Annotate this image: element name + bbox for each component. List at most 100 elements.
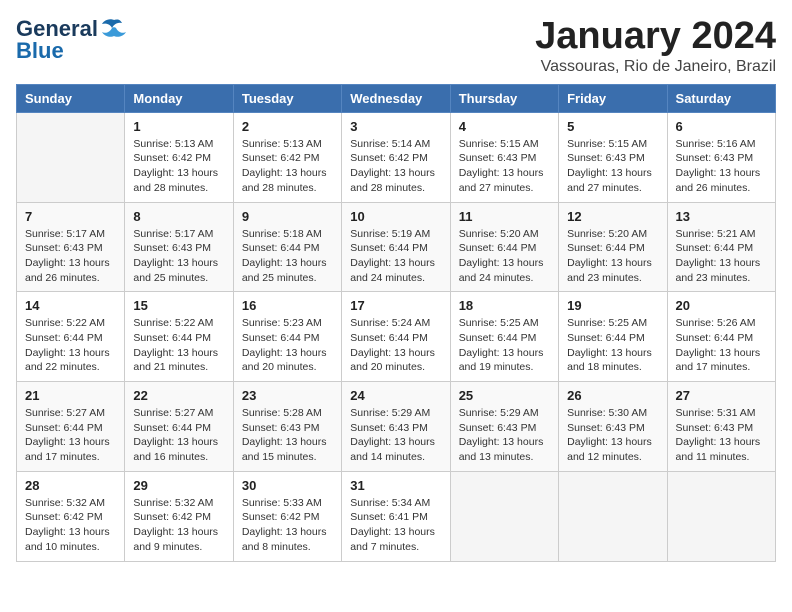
day-info: Sunrise: 5:26 AM Sunset: 6:44 PM Dayligh… [676,316,767,375]
calendar-cell: 20 Sunrise: 5:26 AM Sunset: 6:44 PM Dayli… [667,292,775,382]
calendar-cell [667,471,775,561]
day-info: Sunrise: 5:29 AM Sunset: 6:43 PM Dayligh… [459,406,550,465]
calendar-cell: 25 Sunrise: 5:29 AM Sunset: 6:43 PM Dayli… [450,382,558,472]
day-number: 19 [567,298,658,313]
day-number: 11 [459,209,550,224]
day-number: 1 [133,119,224,134]
week-row-4: 21 Sunrise: 5:27 AM Sunset: 6:44 PM Dayli… [17,382,776,472]
month-title: January 2024 [535,16,776,58]
calendar-cell: 12Sunrise: 5:20 AM Sunset: 6:44 PM Dayli… [559,202,667,292]
calendar-cell: 11 Sunrise: 5:20 AM Sunset: 6:44 PM Dayli… [450,202,558,292]
day-number: 30 [242,478,333,493]
day-info: Sunrise: 5:20 AM Sunset: 6:44 PM Dayligh… [459,227,550,286]
calendar-cell: 14 Sunrise: 5:22 AM Sunset: 6:44 PM Dayli… [17,292,125,382]
title-area: January 2024 Vassouras, Rio de Janeiro, … [535,16,776,76]
weekday-header-monday: Monday [125,84,233,112]
calendar-cell [450,471,558,561]
day-info: Sunrise: 5:29 AM Sunset: 6:43 PM Dayligh… [350,406,441,465]
calendar-cell: 28 Sunrise: 5:32 AM Sunset: 6:42 PM Dayli… [17,471,125,561]
calendar-cell: 19Sunrise: 5:25 AM Sunset: 6:44 PM Dayli… [559,292,667,382]
day-number: 27 [676,388,767,403]
calendar-cell: 18 Sunrise: 5:25 AM Sunset: 6:44 PM Dayli… [450,292,558,382]
day-info: Sunrise: 5:18 AM Sunset: 6:44 PM Dayligh… [242,227,333,286]
day-number: 22 [133,388,224,403]
day-info: Sunrise: 5:13 AM Sunset: 6:42 PM Dayligh… [242,137,333,196]
day-info: Sunrise: 5:17 AM Sunset: 6:43 PM Dayligh… [133,227,224,286]
day-info: Sunrise: 5:28 AM Sunset: 6:43 PM Dayligh… [242,406,333,465]
calendar-cell: 26 Sunrise: 5:30 AM Sunset: 6:43 PM Dayli… [559,382,667,472]
day-number: 8 [133,209,224,224]
day-number: 26 [567,388,658,403]
day-number: 16 [242,298,333,313]
calendar-cell: 24Sunrise: 5:29 AM Sunset: 6:43 PM Dayli… [342,382,450,472]
calendar-cell: 10 Sunrise: 5:19 AM Sunset: 6:44 PM Dayli… [342,202,450,292]
week-row-1: 1 Sunrise: 5:13 AM Sunset: 6:42 PM Daylig… [17,112,776,202]
day-number: 14 [25,298,116,313]
day-number: 31 [350,478,441,493]
calendar-cell: 29Sunrise: 5:32 AM Sunset: 6:42 PM Dayli… [125,471,233,561]
calendar-cell: 8 Sunrise: 5:17 AM Sunset: 6:43 PM Daylig… [125,202,233,292]
week-row-5: 28 Sunrise: 5:32 AM Sunset: 6:42 PM Dayli… [17,471,776,561]
day-info: Sunrise: 5:15 AM Sunset: 6:43 PM Dayligh… [459,137,550,196]
weekday-header-friday: Friday [559,84,667,112]
day-info: Sunrise: 5:27 AM Sunset: 6:44 PM Dayligh… [133,406,224,465]
day-info: Sunrise: 5:15 AM Sunset: 6:43 PM Dayligh… [567,137,658,196]
day-number: 20 [676,298,767,313]
weekday-header-row: SundayMondayTuesdayWednesdayThursdayFrid… [17,84,776,112]
calendar-cell [559,471,667,561]
day-info: Sunrise: 5:22 AM Sunset: 6:44 PM Dayligh… [133,316,224,375]
header: General Blue January 2024 Vassouras, Rio… [16,16,776,76]
day-info: Sunrise: 5:30 AM Sunset: 6:43 PM Dayligh… [567,406,658,465]
day-number: 10 [350,209,441,224]
calendar-cell: 2 Sunrise: 5:13 AM Sunset: 6:42 PM Daylig… [233,112,341,202]
day-number: 9 [242,209,333,224]
calendar-table: SundayMondayTuesdayWednesdayThursdayFrid… [16,84,776,562]
day-info: Sunrise: 5:23 AM Sunset: 6:44 PM Dayligh… [242,316,333,375]
calendar-cell: 21 Sunrise: 5:27 AM Sunset: 6:44 PM Dayli… [17,382,125,472]
calendar-cell: 3Sunrise: 5:14 AM Sunset: 6:42 PM Daylig… [342,112,450,202]
day-info: Sunrise: 5:34 AM Sunset: 6:41 PM Dayligh… [350,496,441,555]
calendar-cell: 4Sunrise: 5:15 AM Sunset: 6:43 PM Daylig… [450,112,558,202]
week-row-3: 14 Sunrise: 5:22 AM Sunset: 6:44 PM Dayli… [17,292,776,382]
calendar-cell: 9 Sunrise: 5:18 AM Sunset: 6:44 PM Daylig… [233,202,341,292]
day-number: 28 [25,478,116,493]
day-info: Sunrise: 5:27 AM Sunset: 6:44 PM Dayligh… [25,406,116,465]
location-subtitle: Vassouras, Rio de Janeiro, Brazil [535,58,776,76]
day-number: 6 [676,119,767,134]
week-row-2: 7 Sunrise: 5:17 AM Sunset: 6:43 PM Daylig… [17,202,776,292]
calendar-cell: 5 Sunrise: 5:15 AM Sunset: 6:43 PM Daylig… [559,112,667,202]
day-number: 23 [242,388,333,403]
day-info: Sunrise: 5:22 AM Sunset: 6:44 PM Dayligh… [25,316,116,375]
weekday-header-sunday: Sunday [17,84,125,112]
day-info: Sunrise: 5:14 AM Sunset: 6:42 PM Dayligh… [350,137,441,196]
day-number: 13 [676,209,767,224]
day-number: 25 [459,388,550,403]
calendar-cell: 1Sunrise: 5:13 AM Sunset: 6:42 PM Daylig… [125,112,233,202]
weekday-header-wednesday: Wednesday [342,84,450,112]
logo-blue-text: Blue [16,38,64,64]
day-info: Sunrise: 5:33 AM Sunset: 6:42 PM Dayligh… [242,496,333,555]
day-info: Sunrise: 5:16 AM Sunset: 6:43 PM Dayligh… [676,137,767,196]
day-number: 5 [567,119,658,134]
calendar-cell: 13 Sunrise: 5:21 AM Sunset: 6:44 PM Dayli… [667,202,775,292]
day-number: 7 [25,209,116,224]
calendar-cell: 17Sunrise: 5:24 AM Sunset: 6:44 PM Dayli… [342,292,450,382]
day-info: Sunrise: 5:32 AM Sunset: 6:42 PM Dayligh… [25,496,116,555]
calendar-cell: 30 Sunrise: 5:33 AM Sunset: 6:42 PM Dayli… [233,471,341,561]
day-info: Sunrise: 5:21 AM Sunset: 6:44 PM Dayligh… [676,227,767,286]
logo: General Blue [16,16,128,64]
day-info: Sunrise: 5:25 AM Sunset: 6:44 PM Dayligh… [459,316,550,375]
calendar-cell: 7Sunrise: 5:17 AM Sunset: 6:43 PM Daylig… [17,202,125,292]
day-info: Sunrise: 5:31 AM Sunset: 6:43 PM Dayligh… [676,406,767,465]
day-number: 21 [25,388,116,403]
day-number: 2 [242,119,333,134]
calendar-cell: 22 Sunrise: 5:27 AM Sunset: 6:44 PM Dayli… [125,382,233,472]
day-number: 18 [459,298,550,313]
day-number: 12 [567,209,658,224]
day-info: Sunrise: 5:19 AM Sunset: 6:44 PM Dayligh… [350,227,441,286]
weekday-header-saturday: Saturday [667,84,775,112]
calendar-cell: 27 Sunrise: 5:31 AM Sunset: 6:43 PM Dayli… [667,382,775,472]
day-info: Sunrise: 5:24 AM Sunset: 6:44 PM Dayligh… [350,316,441,375]
weekday-header-thursday: Thursday [450,84,558,112]
logo-bird-icon [100,18,128,40]
